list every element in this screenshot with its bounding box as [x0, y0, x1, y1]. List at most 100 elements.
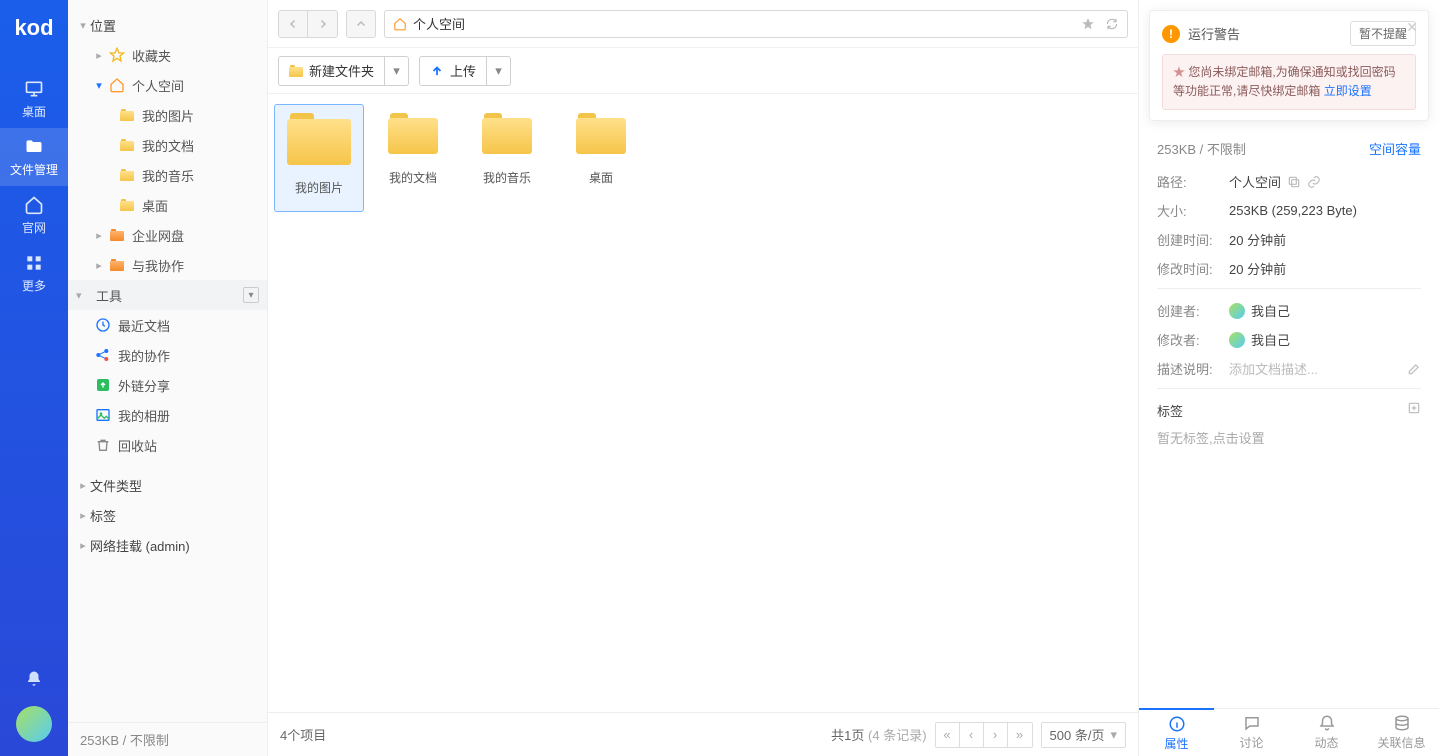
sidebar: ▾位置 ▸收藏夹 ▾个人空间 我的图片 我的文档 我的音乐 桌面 ▸企业网盘 ▸… [68, 0, 268, 756]
chat-icon [1243, 714, 1261, 732]
file-item[interactable]: 我的图片 [274, 104, 364, 212]
warning-card: ✕ ! 运行警告 暂不提醒 ★ 您尚未绑定邮箱,为确保通知或找回密码等功能正常,… [1149, 10, 1429, 121]
bell-icon [1318, 714, 1336, 732]
pager: « ‹ › » [935, 722, 1033, 748]
prop-modifier: 我自己 [1229, 330, 1290, 349]
tab-discussion[interactable]: 讨论 [1214, 709, 1289, 756]
page-info: 共1页 (4 条记录) [831, 725, 926, 744]
tree-tools[interactable]: ▾工具▾ [68, 280, 267, 310]
page-last-button[interactable]: » [1008, 723, 1032, 747]
nav-forward-button[interactable] [308, 10, 338, 38]
tree-personal[interactable]: ▾个人空间 [68, 70, 267, 100]
tool-trash[interactable]: 回收站 [68, 430, 267, 460]
prop-path: 个人空间 [1229, 172, 1321, 191]
folder-icon [108, 226, 126, 244]
rail-filemanager[interactable]: 文件管理 [0, 128, 68, 186]
tool-album[interactable]: 我的相册 [68, 400, 267, 430]
prop-size: 253KB (259,223 Byte) [1229, 203, 1357, 218]
folder-icon [289, 65, 303, 77]
tree-desktop[interactable]: 桌面 [68, 190, 267, 220]
tag-add-icon[interactable] [1407, 401, 1421, 415]
folder-icon [388, 113, 438, 155]
link-icon[interactable] [1307, 175, 1321, 189]
edit-icon[interactable] [1407, 362, 1421, 376]
copy-icon[interactable] [1287, 175, 1301, 189]
app-logo: kod [0, 8, 68, 48]
user-avatar[interactable] [16, 706, 52, 742]
monitor-icon [24, 79, 44, 99]
share-square-icon [94, 376, 112, 394]
page-next-button[interactable]: › [984, 723, 1008, 747]
nav-up-button[interactable] [346, 10, 376, 38]
tags-placeholder[interactable]: 暂无标签,点击设置 [1157, 428, 1421, 447]
warning-close-button[interactable]: ✕ [1406, 19, 1418, 36]
description-input[interactable]: 添加文档描述... [1229, 359, 1407, 378]
rail-website[interactable]: 官网 [0, 186, 68, 244]
avatar [1229, 332, 1245, 348]
warning-action-link[interactable]: 立即设置 [1324, 84, 1372, 98]
share-icon [94, 346, 112, 364]
tree-enterprise[interactable]: ▸企业网盘 [68, 220, 267, 250]
page-prev-button[interactable]: ‹ [960, 723, 984, 747]
home-icon [108, 76, 126, 94]
tree-mydocs[interactable]: 我的文档 [68, 130, 267, 160]
file-grid[interactable]: 我的图片 我的文档 我的音乐 桌面 [268, 94, 1138, 712]
folder-icon [287, 113, 351, 165]
tree-location[interactable]: ▾位置 [68, 10, 267, 40]
file-item[interactable]: 桌面 [556, 104, 646, 212]
arrow-left-icon [287, 18, 299, 30]
tree-mypictures[interactable]: 我的图片 [68, 100, 267, 130]
image-icon [94, 406, 112, 424]
clock-icon [94, 316, 112, 334]
tree-filetype[interactable]: ▸文件类型 [68, 470, 267, 500]
warning-title: 运行警告 [1188, 24, 1342, 43]
folder-icon [108, 256, 126, 274]
folder-icon [482, 113, 532, 155]
breadcrumb[interactable]: 个人空间 [384, 10, 1128, 38]
prop-creator: 我自己 [1229, 301, 1290, 320]
warning-icon: ! [1162, 25, 1180, 43]
upload-icon [430, 64, 444, 78]
file-item[interactable]: 我的音乐 [462, 104, 552, 212]
rail-desktop[interactable]: 桌面 [0, 70, 68, 128]
tree-favorites[interactable]: ▸收藏夹 [68, 40, 267, 70]
tree-mymusic[interactable]: 我的音乐 [68, 160, 267, 190]
sidebar-quota: 253KB / 不限制 [68, 722, 267, 756]
nav-back-button[interactable] [278, 10, 308, 38]
tool-collab[interactable]: 我的协作 [68, 340, 267, 370]
quota-link[interactable]: 空间容量 [1369, 139, 1421, 158]
tool-recent[interactable]: 最近文档 [68, 310, 267, 340]
star-icon [1081, 17, 1095, 31]
tab-related[interactable]: 关联信息 [1364, 709, 1439, 756]
tree-tags[interactable]: ▸标签 [68, 500, 267, 530]
folder-icon [576, 113, 626, 155]
folder-icon [118, 196, 136, 214]
prop-ctime: 20 分钟前 [1229, 230, 1286, 249]
upload-dropdown[interactable]: ▾ [487, 56, 511, 86]
notification-bell[interactable] [25, 670, 43, 688]
tab-properties[interactable]: 属性 [1139, 708, 1214, 756]
tab-activity[interactable]: 动态 [1289, 709, 1364, 756]
database-icon [1393, 714, 1411, 732]
path-segment[interactable]: 个人空间 [413, 14, 465, 33]
grid-icon [24, 253, 44, 273]
new-folder-dropdown[interactable]: ▾ [385, 56, 409, 86]
refresh-button[interactable] [1105, 17, 1119, 31]
new-folder-button[interactable]: 新建文件夹 [278, 56, 385, 86]
per-page-select[interactable]: 500 条/页▾ [1041, 722, 1126, 748]
folder-icon [118, 106, 136, 124]
tool-links[interactable]: 外链分享 [68, 370, 267, 400]
refresh-icon [1105, 17, 1119, 31]
upload-button[interactable]: 上传 [419, 56, 487, 86]
page-first-button[interactable]: « [936, 723, 960, 747]
arrow-right-icon [317, 18, 329, 30]
favorite-star-button[interactable] [1081, 17, 1095, 31]
rail-more[interactable]: 更多 [0, 244, 68, 302]
tree-netmount[interactable]: ▸网络挂载 (admin) [68, 530, 267, 560]
tags-title: 标签 [1157, 401, 1183, 420]
file-item[interactable]: 我的文档 [368, 104, 458, 212]
tools-dropdown-icon[interactable]: ▾ [243, 287, 259, 303]
folder-icon [24, 137, 44, 157]
left-rail: kod 桌面 文件管理 官网 更多 [0, 0, 68, 756]
tree-shared[interactable]: ▸与我协作 [68, 250, 267, 280]
